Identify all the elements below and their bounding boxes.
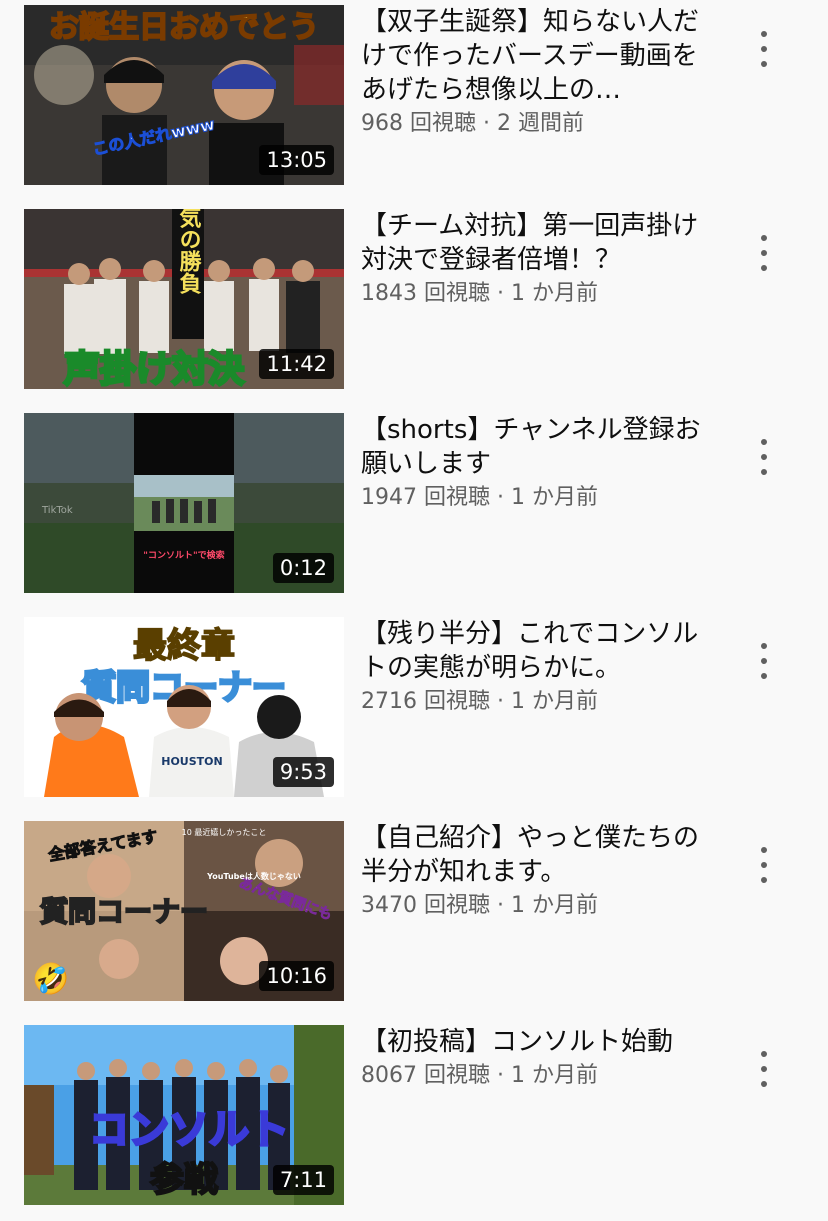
thumbnail-caption: お誕生日おめでとう [49, 10, 319, 45]
thumbnail-top-text: 最終章 [133, 626, 235, 666]
menu-dot [761, 31, 767, 37]
menu-dot [761, 658, 767, 664]
more-vert-icon[interactable] [748, 1047, 780, 1091]
video-info: 【双子生誕祭】知らない人だけで作ったバースデー動画をあげたら想像以上の… 968… [361, 5, 711, 139]
menu-dot [761, 235, 767, 241]
menu-dot [761, 1051, 767, 1057]
video-meta: 1843 回視聴 · 1 か月前 [361, 279, 711, 309]
video-meta: 3470 回視聴 · 1 か月前 [361, 891, 711, 921]
upload-age: 1 か月前 [510, 893, 598, 918]
menu-dot [761, 673, 767, 679]
meta-separator: · [489, 689, 511, 714]
menu-dot [761, 46, 767, 52]
duration-badge: 11:42 [259, 349, 334, 379]
video-title[interactable]: 【shorts】チャンネル登録お願いします [361, 413, 711, 481]
video-thumbnail[interactable]: 本気の勝負 声掛け対決 11:42 [24, 209, 344, 389]
video-item[interactable]: "コンソルト"で検索 TikTok 0:12 【shorts】チャンネル登録お願… [0, 413, 828, 593]
duration-badge: 0:12 [272, 553, 334, 583]
more-vert-icon[interactable] [748, 639, 780, 683]
meta-separator: · [489, 281, 511, 306]
duration-badge: 9:53 [272, 757, 334, 787]
duration-badge: 10:16 [259, 961, 334, 991]
menu-dot [761, 877, 767, 883]
upload-age: 1 か月前 [510, 1063, 598, 1088]
thumbnail-shirt-text: HOUSTON [161, 755, 222, 768]
meta-separator: · [489, 1063, 511, 1088]
view-count: 3470 回視聴 [361, 893, 490, 918]
video-thumbnail[interactable]: "コンソルト"で検索 TikTok 0:12 [24, 413, 344, 593]
video-meta: 8067 回視聴 · 1 か月前 [361, 1061, 711, 1091]
video-item[interactable]: 最終章 質問コーナー HOUSTON 9:53 【残り半分】これでコンソルトの実… [0, 617, 828, 797]
upload-age: 2 週間前 [496, 111, 584, 136]
menu-dot [761, 1081, 767, 1087]
view-count: 1843 回視聴 [361, 281, 490, 306]
duration-badge: 7:11 [272, 1165, 334, 1195]
video-info: 【残り半分】これでコンソルトの実態が明らかに。 2716 回視聴 · 1 か月前 [361, 617, 711, 717]
menu-dot [761, 454, 767, 460]
view-count: 2716 回視聴 [361, 689, 490, 714]
video-info: 【shorts】チャンネル登録お願いします 1947 回視聴 · 1 か月前 [361, 413, 711, 513]
menu-dot [761, 265, 767, 271]
menu-dot [761, 1066, 767, 1072]
video-meta: 1947 回視聴 · 1 か月前 [361, 483, 711, 513]
video-thumbnail[interactable]: お誕生日おめでとう この人だれwww 13:05 [24, 5, 344, 185]
video-thumbnail[interactable]: コンソルト 参戦 7:11 [24, 1025, 344, 1205]
meta-separator: · [476, 111, 497, 136]
upload-age: 1 か月前 [510, 281, 598, 306]
video-thumbnail[interactable]: 全部答えてます 質問コーナー あんな質問にも YouTubeは人数じゃない 10… [24, 821, 344, 1001]
video-info: 【初投稿】コンソルト始動 8067 回視聴 · 1 か月前 [361, 1025, 711, 1091]
menu-dot [761, 469, 767, 475]
menu-dot [761, 847, 767, 853]
view-count: 968 回視聴 [361, 111, 476, 136]
menu-dot [761, 862, 767, 868]
video-meta: 968 回視聴 · 2 週間前 [361, 109, 711, 139]
video-title[interactable]: 【チーム対抗】第一回声掛け対決で登録者倍増！？ [361, 209, 711, 277]
meta-separator: · [489, 893, 511, 918]
view-count: 8067 回視聴 [361, 1063, 490, 1088]
video-info: 【自己紹介】やっと僕たちの半分が知れます。 3470 回視聴 · 1 か月前 [361, 821, 711, 921]
thumbnail-subcaption: 参戦 [150, 1160, 218, 1200]
thumbnail-caption: "コンソルト"で検索 [143, 549, 224, 561]
video-info: 【チーム対抗】第一回声掛け対決で登録者倍増！？ 1843 回視聴 · 1 か月前 [361, 209, 711, 309]
thumbnail-caption: 声掛け対決 [64, 349, 244, 389]
thumbnail-emoji: 🤣 [31, 961, 69, 998]
menu-dot [761, 61, 767, 67]
menu-dot [761, 643, 767, 649]
video-thumbnail[interactable]: 最終章 質問コーナー HOUSTON 9:53 [24, 617, 344, 797]
thumbnail-watermark: TikTok [41, 505, 73, 516]
view-count: 1947 回視聴 [361, 485, 490, 510]
more-vert-icon[interactable] [748, 843, 780, 887]
thumbnail-small-text: YouTubeは人数じゃない [206, 871, 301, 881]
video-list: お誕生日おめでとう この人だれwww 13:05 【双子生誕祭】知らない人だけで… [0, 0, 828, 1221]
duration-badge: 13:05 [259, 145, 334, 175]
video-title[interactable]: 【残り半分】これでコンソルトの実態が明らかに。 [361, 617, 711, 685]
thumbnail-caption: 質問コーナー [40, 895, 208, 928]
upload-age: 1 か月前 [510, 485, 598, 510]
video-item[interactable]: 全部答えてます 質問コーナー あんな質問にも YouTubeは人数じゃない 10… [0, 821, 828, 1001]
video-item[interactable]: お誕生日おめでとう この人だれwww 13:05 【双子生誕祭】知らない人だけで… [0, 5, 828, 185]
video-title[interactable]: 【自己紹介】やっと僕たちの半分が知れます。 [361, 821, 711, 889]
more-vert-icon[interactable] [748, 435, 780, 479]
menu-dot [761, 250, 767, 256]
more-vert-icon[interactable] [748, 231, 780, 275]
menu-dot [761, 439, 767, 445]
thumbnail-small-text: 10 最近嬉しかったこと [182, 827, 267, 837]
upload-age: 1 か月前 [510, 689, 598, 714]
thumbnail-caption: コンソルト [89, 1107, 289, 1153]
thumbnail-vertical-text: 本気の勝負 [176, 209, 202, 295]
more-vert-icon[interactable] [748, 27, 780, 71]
video-meta: 2716 回視聴 · 1 か月前 [361, 687, 711, 717]
video-item[interactable]: コンソルト 参戦 7:11 【初投稿】コンソルト始動 8067 回視聴 · 1 … [0, 1025, 828, 1205]
video-title[interactable]: 【初投稿】コンソルト始動 [361, 1025, 711, 1059]
video-item[interactable]: 本気の勝負 声掛け対決 11:42 【チーム対抗】第一回声掛け対決で登録者倍増！… [0, 209, 828, 389]
meta-separator: · [489, 485, 511, 510]
video-title[interactable]: 【双子生誕祭】知らない人だけで作ったバースデー動画をあげたら想像以上の… [361, 5, 711, 107]
